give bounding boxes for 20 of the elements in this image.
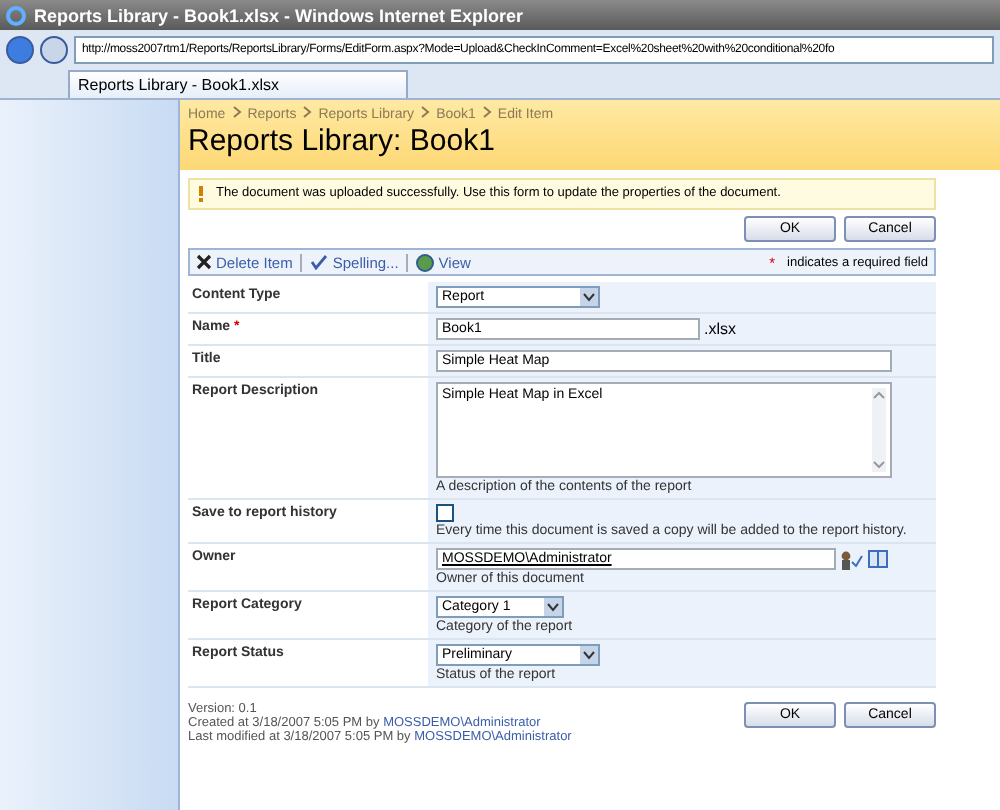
file-extension: .xlsx [704, 320, 736, 338]
x-icon [196, 254, 212, 270]
page-title: Reports Library: Book1 [188, 124, 497, 158]
checkbox[interactable] [436, 504, 454, 522]
chevron-icon [302, 106, 313, 118]
dropdown-caret-icon [580, 646, 598, 664]
forward-button[interactable] [40, 35, 68, 63]
scrollbar-drawing [872, 388, 886, 472]
spell-check-icon [310, 254, 329, 270]
window-title: Reports Library - Book1.xlsx - Windows Internet Explorer [34, 5, 523, 25]
check-names-icon[interactable] [840, 549, 864, 569]
chevron-icon [420, 106, 431, 118]
address-book-icon[interactable] [868, 550, 888, 568]
exclamation-icon [198, 186, 204, 202]
dropdown-caret-icon [544, 598, 562, 616]
back-button[interactable] [6, 35, 34, 63]
chevron-icon [481, 106, 492, 118]
dropdown-caret-icon [580, 288, 598, 306]
browser-tab[interactable]: Reports Library - Book1.xlsx [68, 70, 408, 98]
chevron-icon [231, 106, 242, 118]
